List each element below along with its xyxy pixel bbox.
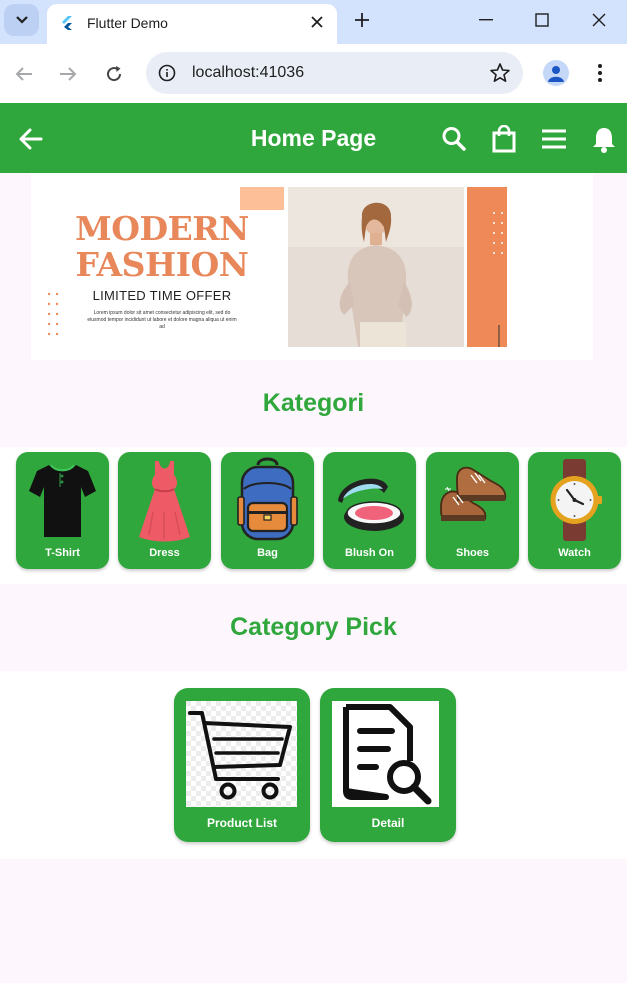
bookmark-star-icon[interactable] [489,62,511,84]
banner-headline-line-1: MODERN [75,209,249,248]
browser-toolbar: localhost:41036 [0,44,627,103]
arrow-left-icon [15,67,32,81]
maximize-icon [535,13,549,27]
reload-icon [107,66,122,82]
category-card-tshirt[interactable]: T-Shirt [16,452,109,569]
shopping-cart-icon [186,701,297,807]
category-card-dress[interactable]: Dress [118,452,211,569]
category-label: Blush On [345,547,394,559]
category-card-watch[interactable]: Watch [528,452,621,569]
close-icon [311,16,323,28]
category-card-bag[interactable]: Bag [221,452,314,569]
flutter-logo-icon [62,16,72,30]
detail-card[interactable]: Detail [320,688,456,842]
app-bar: Home Page [0,103,627,173]
category-label: Dress [149,547,180,559]
browser-tab-bar: Flutter Demo [0,0,627,44]
page-title: Home Page [250,125,377,151]
product-list-image [186,701,297,807]
menu-icon[interactable] [541,125,567,153]
banner-headline-line-2: FASHION [75,245,249,284]
tab-search-button[interactable] [4,4,39,36]
blush-compact-icon [338,478,404,531]
forward-button[interactable] [54,60,82,88]
banner-body-text: Lorem ipsum dolor sit amet consectetur a… [87,310,237,330]
site-info-icon [158,64,176,82]
dress-icon [139,461,190,542]
maximize-button[interactable] [528,8,556,32]
category-label: Bag [257,547,278,559]
close-icon [592,13,606,27]
promo-banner[interactable]: MODERN FASHION LIMITED TIME OFFER Lorem … [31,173,593,360]
banner-model-photo [288,187,464,347]
shoes-icon [440,466,507,521]
category-list: T-Shirt Dress Bag Blush On Shoes Watch [0,447,627,584]
back-button[interactable] [10,60,38,88]
more-vert-icon [598,64,602,82]
product-list-label: Product List [206,816,277,830]
dot-pattern-icon [47,292,59,336]
category-pick-list: Product List Detail [0,671,627,859]
kategori-heading: Kategori [262,389,365,417]
category-pick-heading: Category Pick [230,613,397,641]
minimize-icon [479,19,493,21]
arrow-right-icon [60,67,77,81]
reload-button[interactable] [100,60,128,88]
detail-image [332,701,439,807]
person-icon [548,66,564,82]
shopping-bag-icon[interactable] [491,125,517,153]
dot-pattern-icon [493,212,503,347]
banner-offer-text: LIMITED TIME OFFER [92,288,232,303]
fashion-model-image [288,187,464,347]
banner-orange-panel [467,187,507,347]
window-close-button[interactable] [585,8,613,32]
tshirt-icon [29,464,96,537]
product-list-card[interactable]: Product List [174,688,310,842]
category-card-blush-on[interactable]: Blush On [323,452,416,569]
browser-menu-button[interactable] [590,60,610,86]
tab-close-button[interactable] [307,12,327,32]
document-search-icon [343,704,432,805]
tab-title: Flutter Demo [87,15,168,31]
address-bar[interactable]: localhost:41036 [146,52,523,94]
banner-headline: MODERN FASHION [75,211,249,283]
profile-avatar[interactable] [543,60,569,86]
new-tab-button[interactable] [350,8,374,32]
url-text: localhost:41036 [192,64,305,81]
chevron-down-icon [15,16,28,24]
banner-accent-block [240,187,284,210]
search-icon[interactable] [441,125,467,153]
browser-tab[interactable]: Flutter Demo [47,4,337,44]
backpack-icon [237,457,298,541]
category-label: Watch [558,547,591,559]
watch-icon [550,459,602,541]
category-label: T-Shirt [45,547,80,559]
minimize-button[interactable] [472,8,500,32]
notification-bell-icon[interactable] [591,125,617,153]
category-label: Shoes [455,547,489,559]
category-card-shoes[interactable]: Shoes [426,452,519,569]
detail-label: Detail [371,816,405,830]
plus-icon [355,13,369,27]
